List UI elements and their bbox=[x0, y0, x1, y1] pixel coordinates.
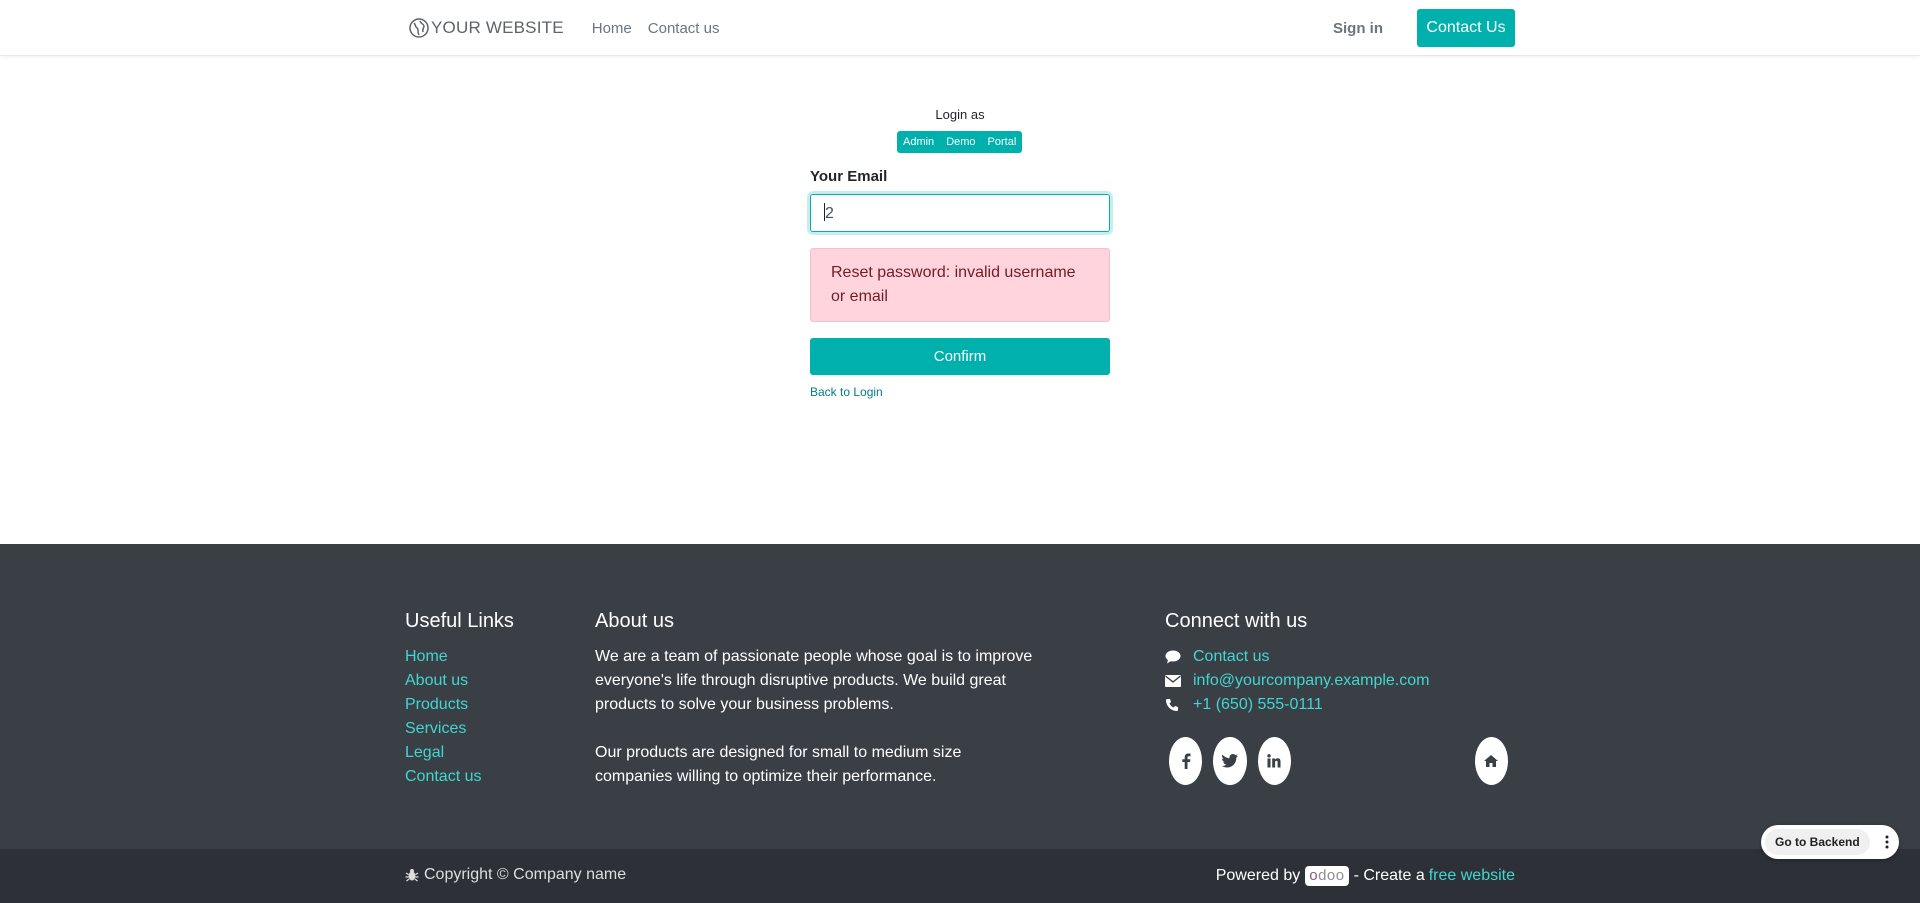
site-header: YOUR WEBSITE Home Contact us Sign in Con… bbox=[0, 0, 1920, 56]
email-field[interactable]: 2 bbox=[810, 194, 1110, 232]
confirm-button[interactable]: Confirm bbox=[810, 338, 1110, 375]
demo-login-group: Admin Demo Portal bbox=[897, 131, 1023, 153]
phone-link[interactable]: +1 (650) 555-0111 bbox=[1193, 693, 1323, 717]
powered-by: Powered by odoo - Create a free website bbox=[1216, 866, 1515, 886]
back-to-login-link[interactable]: Back to Login bbox=[810, 385, 1110, 399]
nav-home[interactable]: Home bbox=[592, 20, 632, 37]
login-demo-button[interactable]: Demo bbox=[940, 131, 981, 153]
footer-link-products[interactable]: Products bbox=[405, 693, 514, 717]
contact-row-phone[interactable]: +1 (650) 555-0111 bbox=[1165, 693, 1515, 717]
email-link[interactable]: info@yourcompany.example.com bbox=[1193, 669, 1430, 693]
contact-us-link[interactable]: Contact us bbox=[1193, 645, 1269, 669]
comment-icon bbox=[1165, 650, 1193, 664]
ellipsis-vertical-icon bbox=[1885, 835, 1889, 849]
useful-links-title: Useful Links bbox=[405, 610, 514, 632]
globe-icon bbox=[409, 18, 429, 38]
copyright-notice: Copyright © Company name bbox=[405, 866, 626, 884]
footer-link-services[interactable]: Services bbox=[405, 717, 514, 741]
connect-title: Connect with us bbox=[1165, 610, 1308, 632]
login-portal-button[interactable]: Portal bbox=[982, 131, 1023, 153]
create-text: - Create a bbox=[1353, 867, 1425, 884]
header-container: YOUR WEBSITE Home Contact us Sign in Con… bbox=[405, 0, 1515, 56]
brand-name: YOUR WEBSITE bbox=[431, 18, 564, 37]
login-admin-button[interactable]: Admin bbox=[897, 131, 940, 153]
email-value: 2 bbox=[825, 205, 834, 222]
odoo-logo[interactable]: odoo bbox=[1305, 866, 1349, 886]
nav-contact-us[interactable]: Contact us bbox=[648, 20, 720, 37]
footer-link-contact-us[interactable]: Contact us bbox=[405, 765, 514, 789]
contact-us-button[interactable]: Contact Us bbox=[1417, 9, 1515, 47]
site-footer: Useful Links Home About us Products Serv… bbox=[0, 544, 1920, 849]
home-icon bbox=[1484, 755, 1499, 767]
free-website-link[interactable]: free website bbox=[1429, 867, 1515, 885]
facebook-button[interactable] bbox=[1169, 737, 1203, 785]
powered-by-text: Powered by bbox=[1215, 867, 1301, 884]
footer-link-about-us[interactable]: About us bbox=[405, 669, 514, 693]
main-nav: Home Contact us bbox=[592, 20, 736, 37]
error-alert: Reset password: invalid username or emai… bbox=[810, 248, 1110, 322]
linkedin-button[interactable] bbox=[1257, 737, 1291, 785]
useful-links-section: Useful Links Home About us Products Serv… bbox=[405, 610, 514, 789]
about-us-paragraph-1: We are a team of passionate people whose… bbox=[595, 648, 1033, 713]
contact-row-email[interactable]: info@yourcompany.example.com bbox=[1165, 669, 1515, 693]
about-us-section: About us We are a team of passionate peo… bbox=[595, 610, 1035, 789]
envelope-icon bbox=[1165, 675, 1193, 687]
about-us-paragraph-2: Our products are designed for small to m… bbox=[595, 744, 962, 785]
login-as-label: Login as bbox=[935, 107, 985, 122]
email-label: Your Email bbox=[810, 168, 888, 185]
more-options-button[interactable] bbox=[1878, 835, 1896, 849]
connect-section: Connect with us Contact us info@yourcomp… bbox=[1165, 610, 1515, 785]
sign-in-link[interactable]: Sign in bbox=[1333, 20, 1383, 37]
twitter-button[interactable] bbox=[1213, 737, 1247, 785]
backend-widget: Go to Backend bbox=[1761, 825, 1899, 859]
linkedin-icon bbox=[1267, 754, 1281, 768]
about-us-title: About us bbox=[595, 610, 674, 632]
twitter-icon bbox=[1221, 754, 1238, 768]
go-to-backend-button[interactable]: Go to Backend bbox=[1765, 829, 1870, 855]
site-brand[interactable]: YOUR WEBSITE bbox=[409, 18, 564, 38]
copyright-bar: Copyright © Company name Powered by odoo… bbox=[0, 849, 1920, 903]
reset-password-form: Your Email 2 Reset password: invalid use… bbox=[810, 168, 1110, 399]
facebook-icon bbox=[1181, 753, 1191, 769]
copyright-text: Copyright © Company name bbox=[424, 866, 627, 883]
phone-icon bbox=[1165, 698, 1193, 712]
bug-icon bbox=[405, 869, 419, 882]
home-button[interactable] bbox=[1474, 737, 1508, 785]
footer-link-home[interactable]: Home bbox=[405, 645, 514, 669]
social-links bbox=[1165, 737, 1515, 785]
contact-row-chat[interactable]: Contact us bbox=[1165, 645, 1515, 669]
footer-link-legal[interactable]: Legal bbox=[405, 741, 514, 765]
